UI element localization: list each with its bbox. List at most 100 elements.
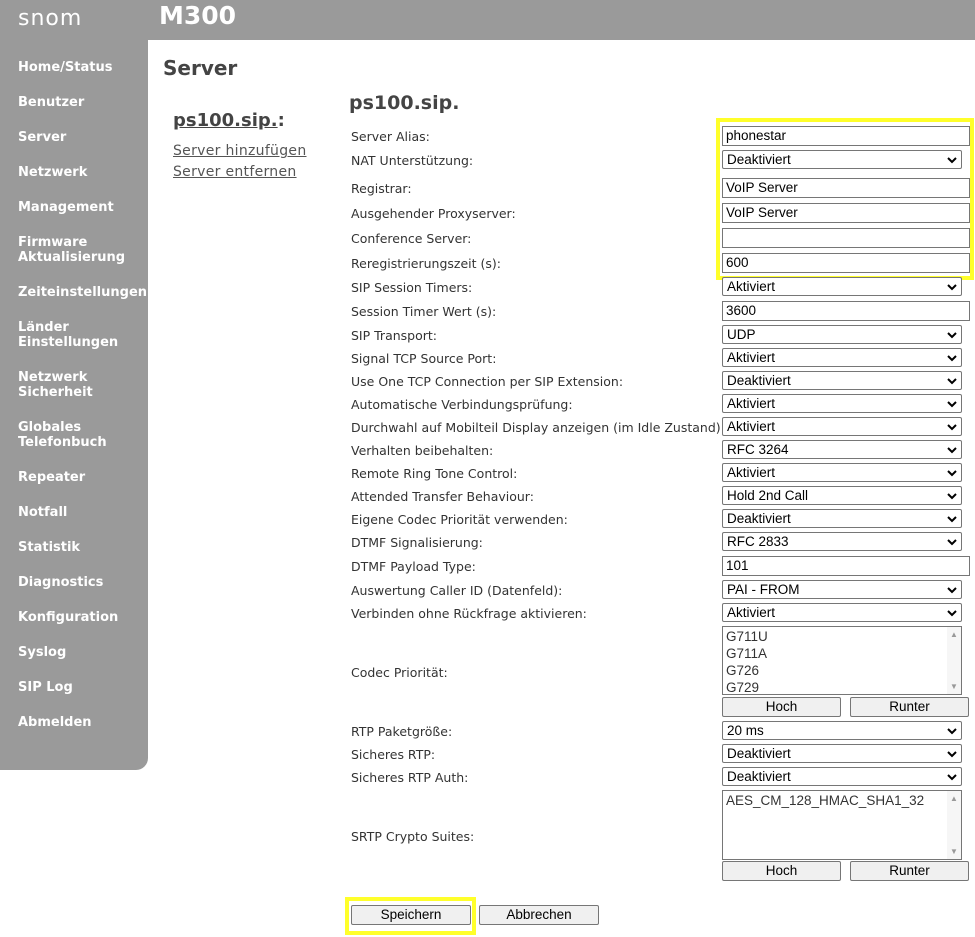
chevron-down-icon [947,401,957,408]
label-behaviour: Verhalten beibehalten: [351,443,494,458]
label-attended-transfer: Attended Transfer Behaviour: [351,489,534,504]
caller-id-select-value: PAI - FROM [727,582,800,597]
srtp-up-button[interactable]: Hoch [722,861,841,881]
chevron-down-icon [947,470,957,477]
nav-home-status[interactable]: Home/Status [18,60,112,75]
save-button[interactable]: Speichern [351,905,471,925]
rtp-packet-size-select[interactable]: 20 ms [722,721,962,740]
label-ring-tone-control: Remote Ring Tone Control: [351,466,518,481]
list-item[interactable]: G729 [723,679,961,696]
scroll-down-icon[interactable]: ▼ [950,847,958,856]
scroll-down-icon[interactable]: ▼ [950,682,958,691]
nav-syslog[interactable]: Syslog [18,645,66,660]
list-item[interactable]: AES_CM_128_HMAC_SHA1_32 [723,792,961,809]
dtmf-payload-input[interactable]: 101 [722,556,970,576]
chevron-down-icon [947,447,957,454]
behaviour-select[interactable]: RFC 3264 [722,440,962,459]
remove-server-link[interactable]: Server entfernen [173,164,297,180]
conference-server-input[interactable] [722,228,970,248]
list-item[interactable]: G711A [723,645,961,662]
list-item[interactable]: G711U [723,628,961,645]
codec-priority-listbox[interactable]: G711U G711A G726 G729 ▲ ▼ [722,626,962,695]
nav-sip-log[interactable]: SIP Log [18,680,73,695]
nav-netzwerk[interactable]: Netzwerk [18,165,87,180]
codec-up-button[interactable]: Hoch [722,697,841,717]
nav-zeiteinstellungen[interactable]: Zeiteinstellungen [18,285,147,300]
secure-rtp-auth-select-value: Deaktiviert [727,769,791,784]
current-server-link[interactable]: ps100.sip. [173,110,278,131]
nav-konfiguration[interactable]: Konfiguration [18,610,118,625]
chevron-down-icon [947,610,957,617]
nav-abmelden[interactable]: Abmelden [18,715,92,730]
scrollbar[interactable]: ▲ ▼ [947,791,961,859]
nav-management[interactable]: Management [18,200,114,215]
connect-without-query-select[interactable]: Aktiviert [722,603,962,622]
attended-transfer-select[interactable]: Hold 2nd Call [722,486,962,505]
own-codec-priority-select[interactable]: Deaktiviert [722,509,962,528]
scroll-up-icon[interactable]: ▲ [950,630,958,639]
ring-tone-control-select[interactable]: Aktiviert [722,463,962,482]
auto-check-select[interactable]: Aktiviert [722,394,962,413]
nav-benutzer[interactable]: Benutzer [18,95,84,110]
nav-server[interactable]: Server [18,130,66,145]
label-outbound-proxy: Ausgehender Proxyserver: [351,206,516,221]
chevron-down-icon [947,751,957,758]
session-timers-select-value: Aktiviert [727,279,776,294]
registrar-input[interactable]: VoIP Server [722,178,970,198]
caller-id-select[interactable]: PAI - FROM [722,580,962,599]
label-codec-priority: Codec Priorität: [351,665,448,680]
scroll-up-icon[interactable]: ▲ [950,794,958,803]
label-conference-server: Conference Server: [351,231,472,246]
nav-laender[interactable]: Länder Einstellungen [18,320,118,350]
nav-notfall[interactable]: Notfall [18,505,67,520]
srtp-down-button[interactable]: Runter [850,861,969,881]
nav-firmware[interactable]: Firmware Aktualisierung [18,235,128,265]
label-session-timer-value: Session Timer Wert (s): [351,304,497,319]
ddi-display-select[interactable]: Aktiviert [722,417,962,436]
chevron-down-icon [947,516,957,523]
tcp-source-port-select[interactable]: Aktiviert [722,348,962,367]
label-caller-id: Auswertung Caller ID (Datenfeld): [351,583,563,598]
label-registrar: Registrar: [351,181,412,196]
nat-select[interactable]: Deaktiviert [722,150,962,169]
add-server-link[interactable]: Server hinzufügen [173,143,307,159]
one-tcp-connection-select[interactable]: Deaktiviert [722,371,962,390]
label-session-timers: SIP Session Timers: [351,280,473,295]
current-server-title: ps100.sip.: [173,110,285,131]
nav-netzwerk-sicherheit[interactable]: Netzwerk Sicherheit [18,370,108,400]
tcp-source-port-select-value: Aktiviert [727,350,776,365]
server-alias-input[interactable]: phonestar [722,126,970,146]
nav-telefonbuch[interactable]: Globales Telefonbuch [18,420,108,450]
chevron-down-icon [947,284,957,291]
chevron-down-icon [947,332,957,339]
srtp-suites-listbox[interactable]: AES_CM_128_HMAC_SHA1_32 ▲ ▼ [722,790,962,860]
codec-down-button[interactable]: Runter [850,697,969,717]
secure-rtp-auth-select[interactable]: Deaktiviert [722,767,962,786]
cancel-button[interactable]: Abbrechen [479,905,599,925]
label-secure-rtp-auth: Sicheres RTP Auth: [351,770,469,785]
secure-rtp-select[interactable]: Deaktiviert [722,744,962,763]
chevron-down-icon [947,728,957,735]
chevron-down-icon [947,355,957,362]
label-nat: NAT Unterstützung: [351,153,474,168]
outbound-proxy-input[interactable]: VoIP Server [722,203,970,223]
session-timers-select[interactable]: Aktiviert [722,277,962,296]
label-secure-rtp: Sicheres RTP: [351,747,436,762]
label-reregistration: Reregistrierungszeit (s): [351,256,501,271]
scrollbar[interactable]: ▲ ▼ [947,627,961,694]
nav-statistik[interactable]: Statistik [18,540,80,555]
ring-tone-control-select-value: Aktiviert [727,465,776,480]
dtmf-select[interactable]: RFC 2833 [722,532,962,551]
nav-diagnostics[interactable]: Diagnostics [18,575,103,590]
form-title: ps100.sip. [349,92,460,114]
sip-transport-select[interactable]: UDP [722,325,962,344]
chevron-down-icon [947,774,957,781]
session-timer-value-input[interactable]: 3600 [722,301,970,321]
auto-check-select-value: Aktiviert [727,396,776,411]
chevron-down-icon [947,424,957,431]
secure-rtp-select-value: Deaktiviert [727,746,791,761]
reregistration-input[interactable]: 600 [722,253,970,273]
nav-repeater[interactable]: Repeater [18,470,85,485]
label-dtmf: DTMF Signalisierung: [351,535,483,550]
list-item[interactable]: G726 [723,662,961,679]
